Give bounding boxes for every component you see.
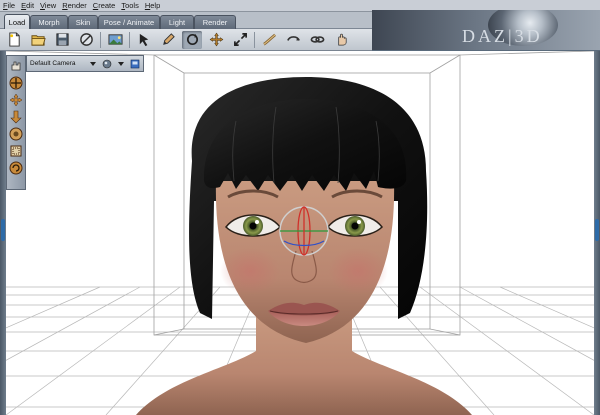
left-cheek [220,247,280,295]
viewport-options-button[interactable] [129,58,140,69]
camera-pan-button[interactable] [9,58,24,73]
camera-move-button[interactable] [9,75,24,90]
sphere-icon [102,59,111,68]
display-style-button[interactable] [101,58,112,69]
menu-edit[interactable]: Edit [21,1,34,10]
camera-dropdown-button[interactable] [87,58,98,69]
bend-icon [262,33,276,46]
menu-tools[interactable]: Tools [121,1,139,10]
toolbar-separator [129,31,130,48]
new-file-icon [8,32,20,47]
scale-icon [233,33,247,46]
clear-button[interactable] [76,31,96,49]
scale-tool-button[interactable] [230,31,250,49]
image-scene-icon [107,34,123,45]
tab-load[interactable]: Load [4,14,30,29]
toolbar-separator [254,31,255,48]
camera-controls [6,55,26,190]
right-panel-toggle[interactable] [595,219,599,241]
camera-roll-icon [9,161,23,174]
camera-pan-icon [11,61,21,70]
camera-name[interactable]: Default Camera [30,60,84,67]
left-panel-toggle[interactable] [1,219,5,241]
link-icon [310,36,324,43]
tab-render[interactable]: Render [194,15,236,29]
twist-icon [286,36,300,41]
camera-frame-button[interactable] [9,143,24,158]
chevron-down-icon [117,61,124,66]
tab-pose-animate[interactable]: Pose / Animate [98,15,160,29]
brand-logo: DAZ|3D [462,26,543,46]
link-tool-button[interactable] [307,31,327,49]
toolbar-separator [100,31,101,48]
scene-render [6,51,594,415]
menu-render[interactable]: Render [62,1,87,10]
right-panel-edge[interactable] [594,51,600,415]
move-tool-button[interactable] [206,31,226,49]
select-tool-button[interactable] [134,31,154,49]
3d-viewport[interactable] [6,51,594,415]
hand-tool-button[interactable] [331,31,351,49]
menu-create[interactable]: Create [93,1,116,10]
rotate-icon [186,33,198,46]
new-file-button[interactable] [4,31,24,49]
camera-dolly-button[interactable] [9,109,24,124]
no-entry-icon [79,33,93,46]
rotate-tool-button[interactable] [182,30,202,49]
pencil-icon [162,33,175,45]
main-toolbar [0,29,372,51]
arrow-select-icon [139,33,148,47]
hand-icon [337,33,347,46]
open-button[interactable] [28,31,48,49]
right-cheek [328,247,388,295]
menu-view[interactable]: View [40,1,56,10]
bend-tool-button[interactable] [259,31,279,49]
twist-tool-button[interactable] [283,31,303,49]
camera-tilt-button[interactable] [9,92,24,107]
chevron-down-icon [89,61,96,66]
save-button[interactable] [52,31,72,49]
rotate-gizmo[interactable] [279,206,329,256]
tab-light[interactable]: Light [160,15,194,29]
menu-help[interactable]: Help [145,1,160,10]
camera-dolly-icon [10,110,22,123]
camera-roll-button[interactable] [9,160,24,175]
save-icon [55,33,69,46]
tab-skin[interactable]: Skin [68,15,98,29]
display-dropdown-button[interactable] [115,58,126,69]
camera-orbit-icon [9,127,23,140]
camera-selector: Default Camera [26,55,144,72]
tab-morph[interactable]: Morph [30,15,68,29]
camera-move-icon [9,76,23,89]
scene-button[interactable] [105,31,125,49]
open-folder-icon [30,35,46,46]
move-icon [209,32,223,47]
draw-tool-button[interactable] [158,31,178,49]
brand-banner: DAZ|3D [372,10,600,50]
menu-file[interactable]: File [3,1,15,10]
window-icon [130,59,139,68]
camera-tilt-icon [9,93,23,106]
camera-orbit-button[interactable] [9,126,24,141]
camera-frame-icon [10,145,22,156]
